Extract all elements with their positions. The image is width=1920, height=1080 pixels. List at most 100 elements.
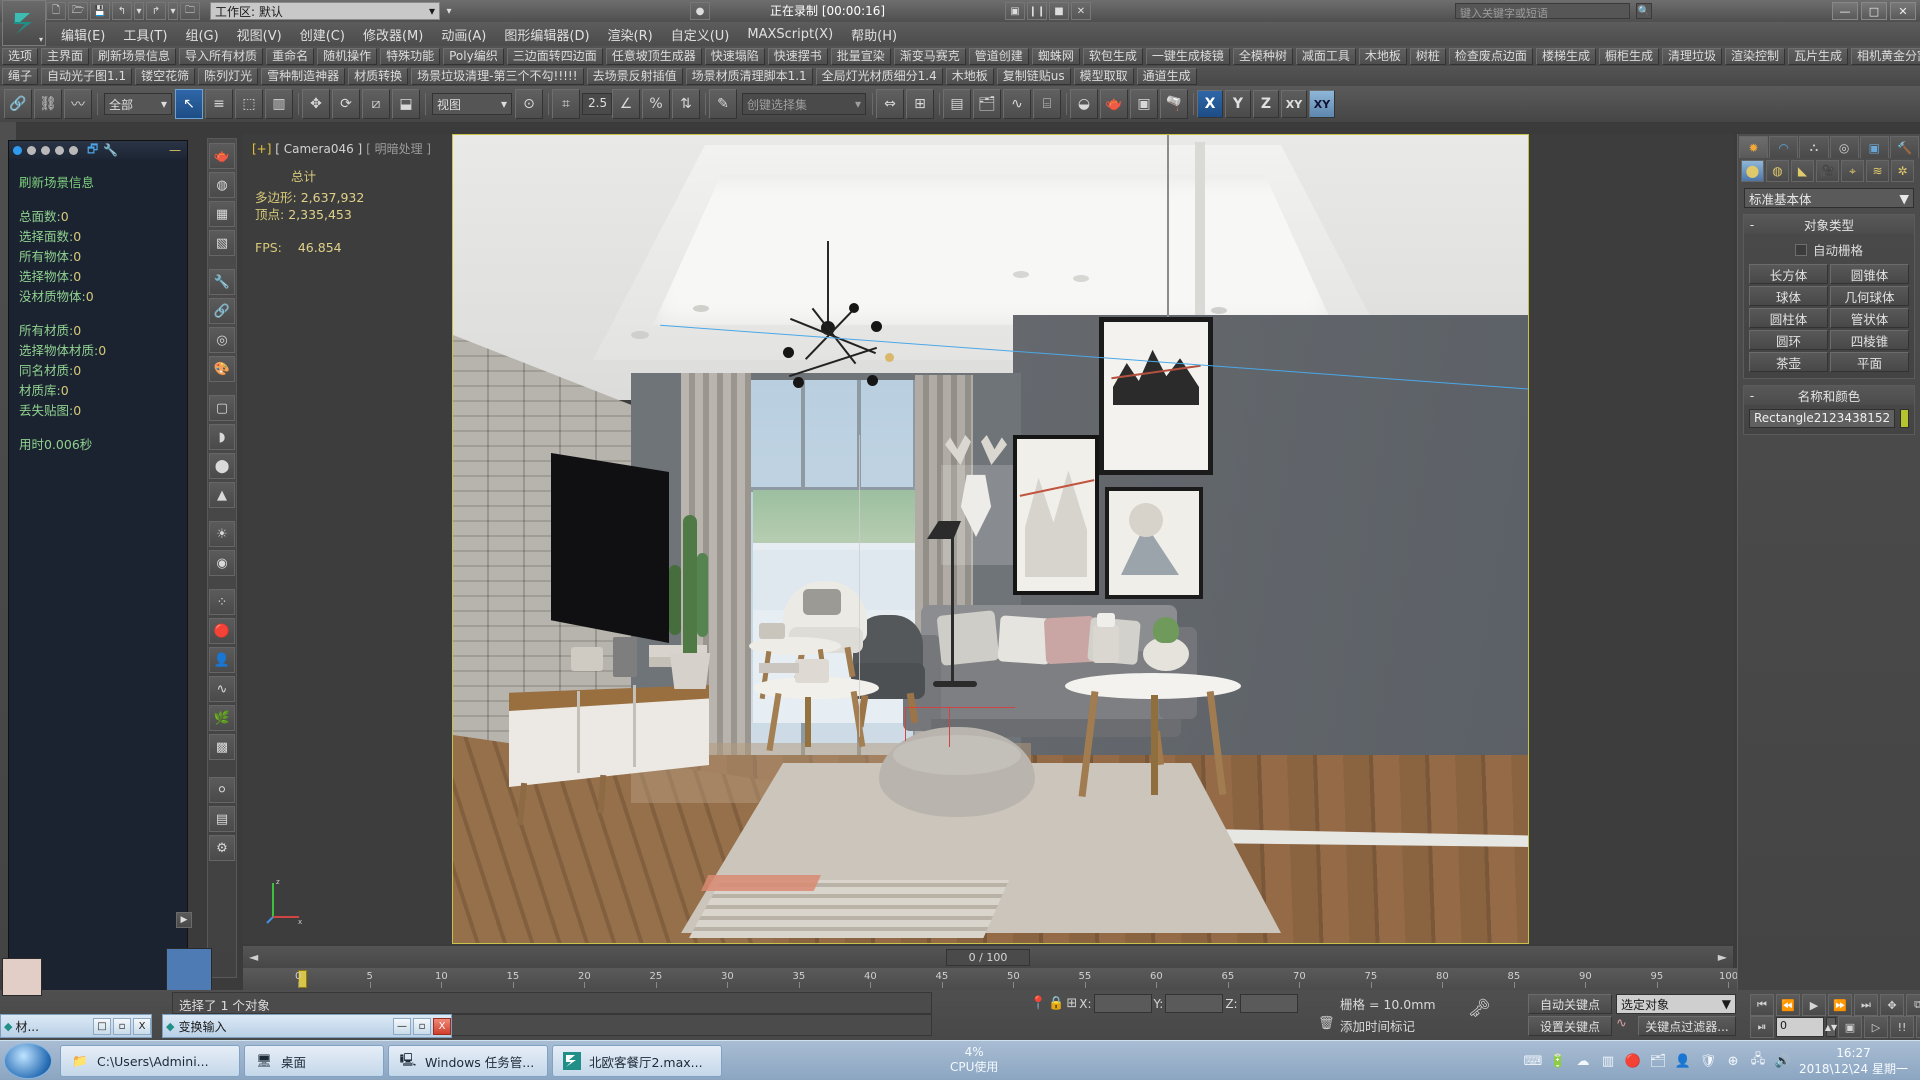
shapes-icon[interactable]: ◍ [1766,160,1789,182]
render-frame-icon[interactable]: ▣ [1130,89,1158,119]
reference-coord-combo[interactable]: 视图 ▾ [432,93,512,115]
maximize-button[interactable]: ▫ [413,1017,431,1035]
script-button-23[interactable]: 楼梯生成 [1535,47,1596,65]
status-dot-1[interactable] [13,145,22,155]
axis-constraint-xy[interactable]: XY [1281,90,1307,118]
script-button-1[interactable]: 主界面 [41,47,90,65]
align-icon[interactable]: ⊞ [906,89,934,119]
script-button-6[interactable]: 特殊功能 [380,47,441,65]
y-input[interactable] [1165,994,1224,1013]
next-key-icon[interactable]: ⏩ [1828,994,1852,1016]
script-button-25[interactable]: 清理垃圾 [1661,47,1722,65]
usb-icon[interactable]: 🔋 [1549,1052,1567,1070]
script-button-20[interactable]: 木地板 [1358,47,1407,65]
mirror-icon[interactable]: ⇔ [876,89,904,119]
spinner-snap-icon[interactable]: ⇅ [672,89,700,119]
taskbar-clock[interactable]: 16:27 2018\12\24 星期一 [1799,1045,1916,1077]
viewport-shading-label[interactable]: [ 明暗处理 ] [366,142,431,156]
key-mode-combo[interactable]: 选定对象 ▼ [1616,994,1736,1014]
material-editor-icon[interactable]: ◒ [1070,89,1098,119]
zoom-region-icon[interactable]: ▷ [1864,1016,1888,1038]
status-dot-3[interactable] [41,145,50,155]
field-of-view-icon[interactable]: !! [1890,1016,1914,1038]
script-button-7[interactable]: Poly编织 [443,47,504,65]
shield-icon[interactable]: 🛡 [1699,1052,1717,1070]
select-object-icon[interactable]: ↖ [175,89,203,119]
taskbar-item-explorer[interactable]: 📁 C:\Users\Admini... [60,1045,240,1077]
select-link-icon[interactable]: 🔗 [4,89,32,119]
script-button-0[interactable]: 选项 [2,47,39,65]
menu-animation[interactable]: 动画(A) [432,23,495,46]
create-teapot-button[interactable]: 茶壶 [1749,352,1828,372]
maximize-button[interactable]: ▫ [113,1017,131,1035]
material-sphere-icon[interactable]: ◍ [209,172,235,198]
create-sphere-button[interactable]: 球体 [1749,286,1828,306]
rec-close-icon[interactable]: ✕ [1071,2,1091,20]
create-box-button[interactable]: 长方体 [1749,264,1828,284]
prev-frame-icon[interactable]: ◄ [243,950,258,964]
script2-button-5[interactable]: 材质转换 [348,67,409,85]
create-geosphere-button[interactable]: 几何球体 [1830,286,1909,306]
script2-button-13[interactable]: 通道生成 [1136,67,1197,85]
settings-icon[interactable]: ⚙ [209,835,235,861]
script2-button-4[interactable]: 雪种制造神器 [261,67,346,85]
script-button-17[interactable]: 一键生成棱镜 [1145,47,1230,65]
named-selection-combo[interactable]: 创键选择集 ▾ [742,93,866,115]
object-color-swatch[interactable] [1900,409,1909,428]
current-key-input[interactable]: 0 [1776,1017,1824,1037]
percent-snap-icon[interactable]: % [642,89,670,119]
wrench-tool-icon[interactable]: 🔧 [209,269,235,295]
script2-button-8[interactable]: 场景材质清理脚本1.1 [685,67,813,85]
status-dot-4[interactable] [55,145,64,155]
axis-constraint-plane[interactable]: XY [1309,90,1335,118]
search-icon[interactable]: 🔍 [1636,3,1652,19]
autogrid-checkbox[interactable] [1794,243,1807,256]
script-button-15[interactable]: 蜘蛛网 [1031,47,1080,65]
zoom-extents-icon[interactable]: ⧉ [1906,994,1920,1016]
expand-strip-icon[interactable]: ▶ [176,912,192,928]
white-sphere-icon[interactable]: ⚪ [209,777,235,803]
unlink-icon[interactable]: ⛓ [34,89,62,119]
selection-filter-combo[interactable]: 全部 ▾ [104,93,172,115]
rollout-toggle-icon[interactable]: - [1744,217,1760,232]
curve-editor-icon[interactable]: ∿ [1003,89,1031,119]
script-button-28[interactable]: 相机黄金分割线 [1851,47,1920,65]
script-button-4[interactable]: 重命名 [266,47,315,65]
set-project-icon[interactable]: 🗀 [180,2,200,20]
category-combo[interactable]: 标准基本体 ▼ [1744,188,1914,208]
menu-modifiers[interactable]: 修改器(M) [354,23,432,46]
menu-maxscript[interactable]: MAXScript(X) [738,25,842,44]
edit-named-selection-icon[interactable]: ✎ [709,89,737,119]
autogrid-row[interactable]: 自动栅格 [1749,240,1909,259]
render-setup-icon[interactable]: 🫖 [1100,89,1128,119]
select-region-icon[interactable]: ⬚ [235,89,263,119]
snap-toggle-icon[interactable]: ⌗ [552,89,580,119]
person-icon[interactable]: 👤 [209,647,235,673]
helpers-icon[interactable]: ⌖ [1841,160,1864,182]
restore-button[interactable]: □ [93,1017,111,1035]
axis-constraint-z[interactable]: Z [1253,90,1279,118]
app-logo[interactable]: ▾ [2,0,46,46]
goto-end-icon[interactable]: ⏭ [1854,994,1878,1016]
display-tab[interactable]: ▣ [1859,136,1889,158]
pivot-center-icon[interactable]: ⊙ [515,89,543,119]
script-button-18[interactable]: 全模种树 [1232,47,1293,65]
script2-button-0[interactable]: 绳子 [2,67,39,85]
menu-graph-editors[interactable]: 图形编辑器(D) [495,23,598,46]
viewport-camera-label[interactable]: [ Camera046 ] [275,142,362,156]
track-bar[interactable]: ◄ 0 / 100 ► [243,946,1733,968]
key-nav-icon[interactable]: ⏯ [1750,1016,1774,1038]
keyboard-icon[interactable]: ⌨ [1524,1052,1543,1070]
cameras-icon[interactable]: 🎥 [1816,160,1839,182]
time-ruler[interactable]: 0 5 10 15 20 25 30 35 40 45 50 55 60 65 70 75 80 85 90 95 10… [243,968,1920,990]
script-button-19[interactable]: 减面工具 [1295,47,1356,65]
search-input[interactable]: 键入关键字或短语 [1455,3,1630,20]
save-file-icon[interactable]: 💾 [90,2,110,20]
script-button-16[interactable]: 软包生成 [1082,47,1143,65]
wrench-icon[interactable]: 🔧 [103,143,118,157]
script-button-21[interactable]: 树桩 [1409,47,1446,65]
create-plane-button[interactable]: 平面 [1830,352,1909,372]
rec-pause-icon[interactable]: ❙❙ [1027,2,1047,20]
workspace-menu-icon[interactable]: ▾ [442,2,456,20]
angle-snap-value[interactable]: 2.5 [582,93,612,115]
